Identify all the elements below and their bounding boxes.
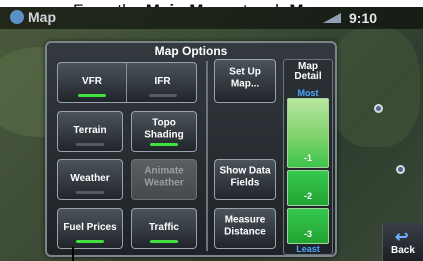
status-right: 9:10 (263, 9, 423, 29)
back-arrow-icon: ↩ (395, 229, 409, 246)
back-label: Back (391, 245, 415, 256)
detail-level-3-label: -3 (303, 229, 312, 239)
ifr-label: IFR (154, 76, 171, 87)
detail-level-1-label: -1 (303, 153, 312, 163)
device-screen: Map 9:10 Map Options VFR IFR Terrain Top… (0, 7, 423, 261)
weather-button[interactable]: Weather (57, 159, 123, 200)
fuel-prices-button[interactable]: Fuel Prices (57, 208, 123, 249)
callout-line (72, 247, 74, 261)
detail-level-2[interactable]: -2 (287, 170, 329, 206)
dialog-title: Map Options (154, 44, 228, 58)
map-detail-title: Map Detail (294, 61, 322, 82)
setup-label: Set Up Map... (229, 66, 261, 90)
back-button[interactable]: ↩ Back (382, 223, 423, 261)
detail-level-3[interactable]: -3 (287, 208, 329, 244)
weather-label: Weather (70, 172, 110, 184)
page-title: Map (10, 9, 56, 25)
topo-shading-button[interactable]: Topo Shading (131, 111, 197, 152)
terrain-indicator (76, 143, 104, 146)
topo-indicator (150, 143, 178, 146)
map-title-text: Map (28, 9, 56, 25)
ifr-indicator (148, 94, 177, 97)
status-bar: Map 9:10 (0, 7, 423, 29)
terrain-label: Terrain (73, 124, 107, 136)
topo-label: Topo Shading (144, 117, 184, 141)
animate-weather-button: Animate Weather (131, 159, 197, 200)
airport-marker (374, 104, 383, 113)
map-options-dialog: Map Options VFR IFR Terrain Topo Shading… (45, 41, 337, 257)
traffic-label: Traffic (148, 221, 179, 233)
vfr-button[interactable]: VFR (58, 63, 127, 102)
globe-icon (10, 10, 24, 24)
divider (206, 61, 208, 251)
detail-level-2-label: -2 (303, 191, 312, 201)
fuel-indicator (76, 240, 104, 243)
animate-label: Animate Weather (144, 165, 184, 189)
measure-distance-button[interactable]: Measure Distance (214, 208, 276, 249)
detail-least-label: Least (296, 244, 320, 254)
vfr-indicator (78, 94, 106, 97)
detail-most-label: Most (297, 88, 319, 98)
detail-level-1[interactable]: -1 (287, 98, 329, 168)
vfr-label: VFR (82, 76, 102, 87)
set-up-map-button[interactable]: Set Up Map... (214, 59, 276, 103)
traffic-button[interactable]: Traffic (131, 208, 197, 249)
vfr-ifr-toggle[interactable]: VFR IFR (57, 62, 197, 103)
fuel-label: Fuel Prices (63, 221, 117, 233)
measure-label: Measure Distance (224, 214, 266, 238)
traffic-indicator (150, 240, 178, 243)
terrain-button[interactable]: Terrain (57, 111, 123, 152)
airport-marker (396, 165, 405, 174)
clock-time: 9:10 (349, 10, 378, 26)
signal-icon (323, 11, 341, 23)
weather-indicator (76, 191, 104, 194)
map-detail-slider[interactable]: Map Detail Most -1 -2 -3 Least (283, 59, 333, 255)
show-data-fields-button[interactable]: Show Data Fields (214, 159, 276, 200)
show-fields-label: Show Data Fields (219, 165, 271, 189)
map-terrain (330, 27, 420, 147)
ifr-button[interactable]: IFR (128, 63, 197, 102)
